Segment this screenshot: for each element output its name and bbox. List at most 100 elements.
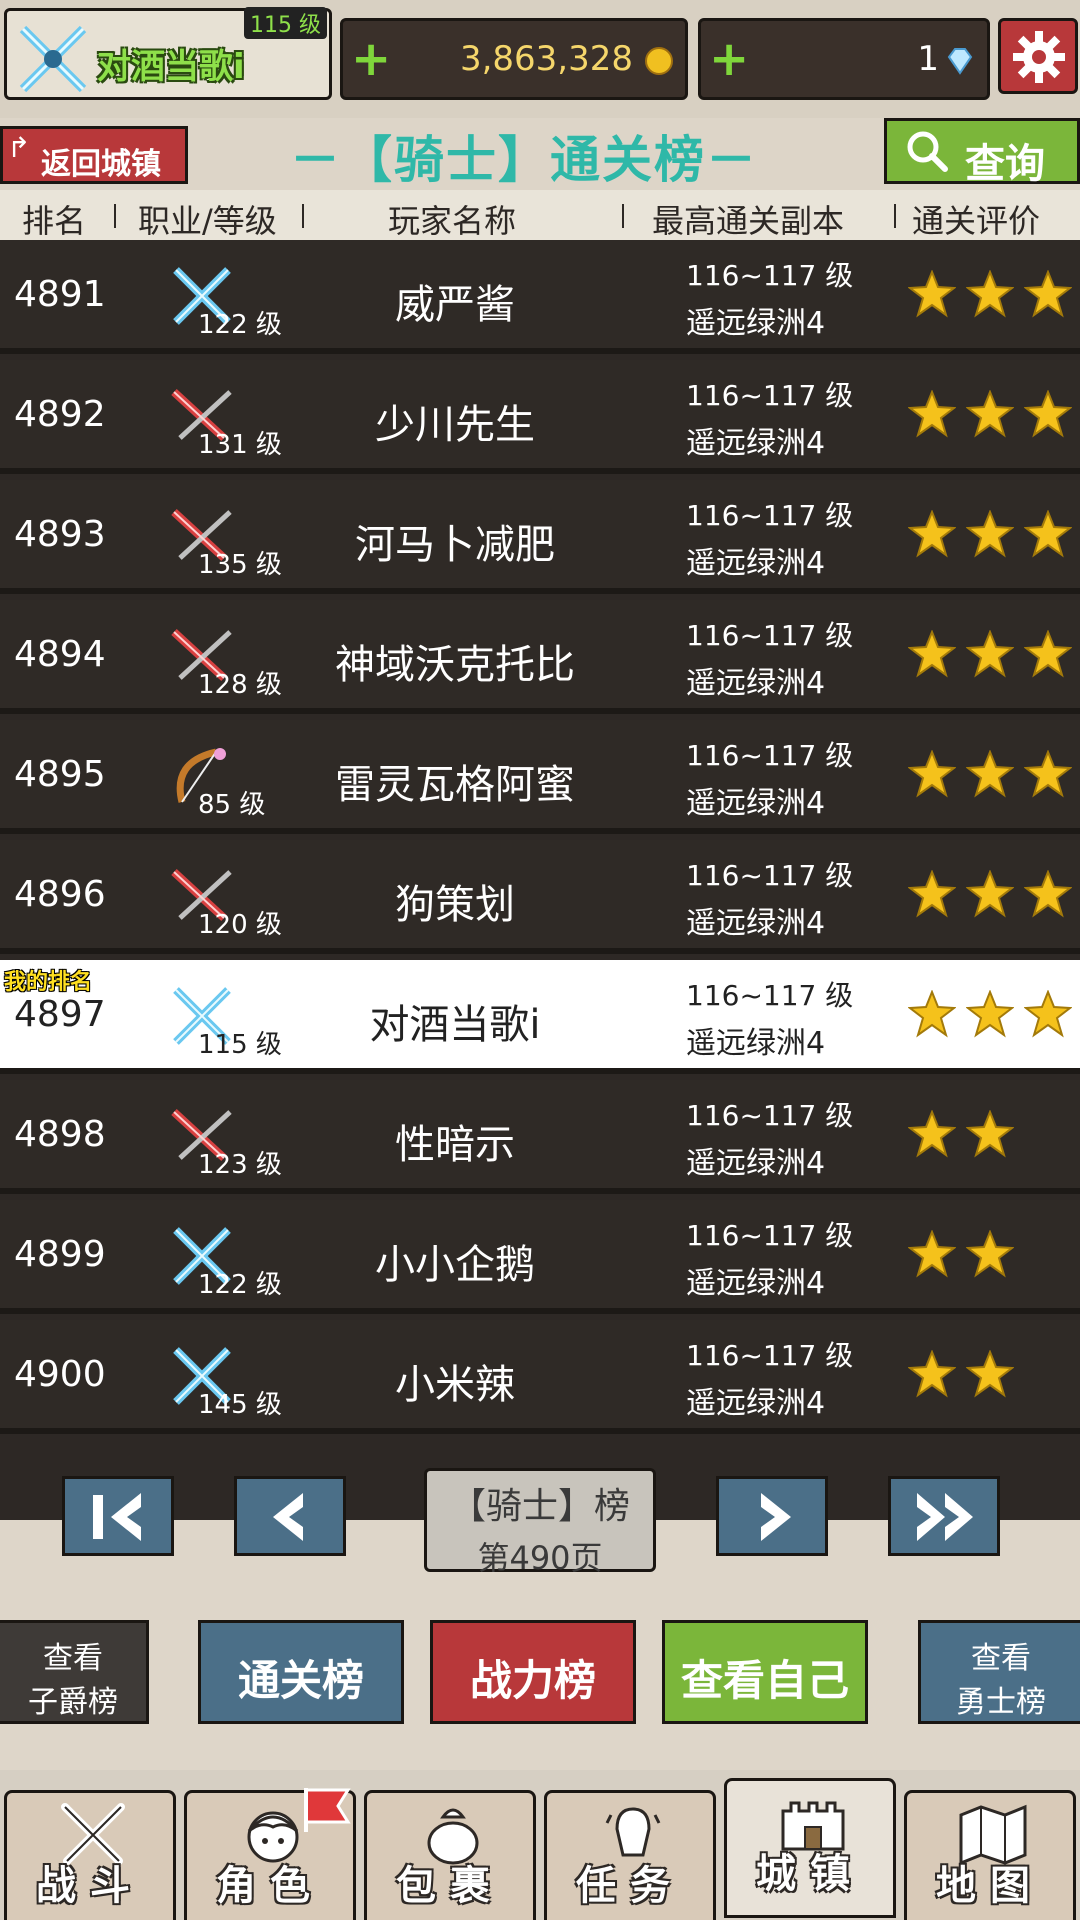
star-icon [908,630,956,678]
nav-tab-battle[interactable]: 战斗 [4,1790,176,1920]
dungeon-name: 遥远绿洲4 [686,786,826,821]
nav-label-map: 地图 [936,1863,1044,1909]
dungeon-name: 遥远绿洲4 [686,1026,826,1061]
back-to-town-label: 返回城镇 [41,147,161,182]
star-icon [966,630,1014,678]
chevron-left-icon [273,1493,303,1541]
first-page-icon [93,1493,141,1541]
player-name: 小米辣 [395,1362,515,1408]
dungeon-name: 遥远绿洲4 [686,1146,826,1181]
nav-label-bag: 包裹 [396,1863,504,1909]
table-row[interactable]: 4896 120 级 狗策划 116~117 级遥远绿洲4 [0,840,1080,954]
table-row[interactable]: 4898 123 级 性暗示 116~117 级遥远绿洲4 [0,1080,1080,1194]
page-indicator: 【骑士】榜 第490页 [424,1468,656,1577]
clear-rating [908,990,1078,1040]
clear-rating [908,630,1078,680]
rank-number: 4897 [14,994,106,1035]
my-rank-tag: 我的排名 [4,970,93,995]
table-row[interactable]: 4899 122 级 小小企鹅 116~117 级遥远绿洲4 [0,1200,1080,1314]
dungeon-level-range: 116~117 级 [686,499,854,532]
chevron-right-icon [761,1493,791,1541]
table-row[interactable]: 4895 85 级 雷灵瓦格阿蜜 116~117 级遥远绿洲4 [0,720,1080,834]
player-level: 122 级 [198,310,282,340]
dungeon-name: 遥远绿洲4 [686,906,826,941]
gold-panel: + 3,863,328 [340,18,688,100]
view-warrior-board-button[interactable]: 查看 勇士榜 [918,1620,1080,1724]
star-icon [1024,750,1072,798]
power-board-button[interactable]: 战力榜 [430,1620,636,1724]
settings-button[interactable] [998,18,1078,94]
next-page-button[interactable] [716,1476,828,1556]
player-level: 85 级 [198,790,266,820]
star-icon [966,870,1014,918]
back-to-town-button[interactable]: ↱ 返回城镇 [0,126,188,184]
rank-number: 4891 [14,274,106,315]
star-icon [1024,990,1072,1038]
top-bar: 对酒当歌i 115 级 + 3,863,328 + 1 [0,0,1080,118]
rank-number: 4893 [14,514,106,555]
star-icon [908,1230,956,1278]
nav-tab-town[interactable]: 城镇 [724,1778,896,1918]
player-name: 性暗示 [395,1122,515,1168]
star-icon [1024,390,1072,438]
player-name: 对酒当歌i [369,1002,541,1048]
player-name: 少川先生 [375,402,535,448]
page-number: 第490页 [477,1539,603,1577]
view-warrior-line2: 勇士榜 [956,1685,1046,1720]
view-warrior-line1: 查看 [971,1641,1031,1676]
star-icon [966,510,1014,558]
player-panel[interactable]: 对酒当歌i 115 级 [4,7,332,100]
nav-tab-bag[interactable]: 包裹 [364,1790,536,1920]
rank-number: 4895 [14,754,106,795]
last-page-button[interactable] [888,1476,1000,1556]
diamond-icon [947,48,973,75]
player-name: 雷灵瓦格阿蜜 [335,762,575,808]
add-gem-button[interactable]: + [709,31,749,87]
star-icon [908,990,956,1038]
table-row[interactable]: 4891 122 级 威严酱 116~117 级遥远绿洲4 [0,240,1080,354]
table-row[interactable]: 4900 145 级 小米辣 116~117 级遥远绿洲4 [0,1320,1080,1434]
clear-board-button[interactable]: 通关榜 [198,1620,404,1724]
col-class-level: 职业/等级 [138,202,277,240]
my-rank-row[interactable]: 我的排名 4897 115 级 对酒当歌i 116~117 级遥远绿洲4 [0,960,1080,1074]
nav-tab-quest[interactable]: 任务 [544,1790,716,1920]
clear-rating [908,1230,1078,1280]
star-icon [908,870,956,918]
star-icon [966,270,1014,318]
col-best-dungeon: 最高通关副本 [652,202,845,240]
dungeon-level-range: 116~117 级 [686,859,854,892]
view-self-button[interactable]: 查看自己 [662,1620,868,1724]
player-level: 115 级 [198,1030,282,1060]
rank-number: 4899 [14,1234,106,1275]
first-page-button[interactable] [62,1476,174,1556]
dungeon-name: 遥远绿洲4 [686,1266,826,1301]
view-self-label: 查看自己 [680,1656,849,1705]
knight-class-icon [19,25,87,93]
player-level: 123 级 [198,1150,282,1180]
nav-tab-map[interactable]: 地图 [904,1790,1076,1920]
star-icon [908,270,956,318]
page-board-name: 【骑士】榜 [449,1486,630,1527]
player-name: 对酒当歌i [97,47,245,87]
leaderboard-header: ↱ 返回城镇 －【骑士】通关榜－ 查询 [0,118,1080,190]
player-level: 131 级 [198,430,282,460]
star-icon [908,1350,956,1398]
pagination: 【骑士】榜 第490页 [0,1440,1080,1580]
add-gold-button[interactable]: + [351,31,391,87]
clear-board-label: 通关榜 [237,1656,364,1705]
query-button[interactable]: 查询 [884,118,1080,187]
table-row[interactable]: 4894 128 级 神域沃克托比 116~117 级遥远绿洲4 [0,600,1080,714]
player-level: 115 级 [244,7,327,39]
table-row[interactable]: 4892 131 级 少川先生 116~117 级遥远绿洲4 [0,360,1080,474]
table-row[interactable]: 4893 135 级 河马卜减肥 116~117 级遥远绿洲4 [0,480,1080,594]
star-icon [966,990,1014,1038]
star-icon [1024,630,1072,678]
dungeon-name: 遥远绿洲4 [686,666,826,701]
leaderboard-list: 4891 122 级 威严酱 116~117 级遥远绿洲4 4892 131 级 少川先生 1… [0,240,1080,1440]
rank-number: 4892 [14,394,106,435]
rank-number: 4900 [14,1354,106,1395]
prev-page-button[interactable] [234,1476,346,1556]
bottom-nav: 战斗 角色 包裹 任务 城镇 地图 [0,1770,1080,1920]
player-name: 威严酱 [395,282,515,328]
view-baron-board-button[interactable]: 查看 子爵榜 [0,1620,149,1724]
